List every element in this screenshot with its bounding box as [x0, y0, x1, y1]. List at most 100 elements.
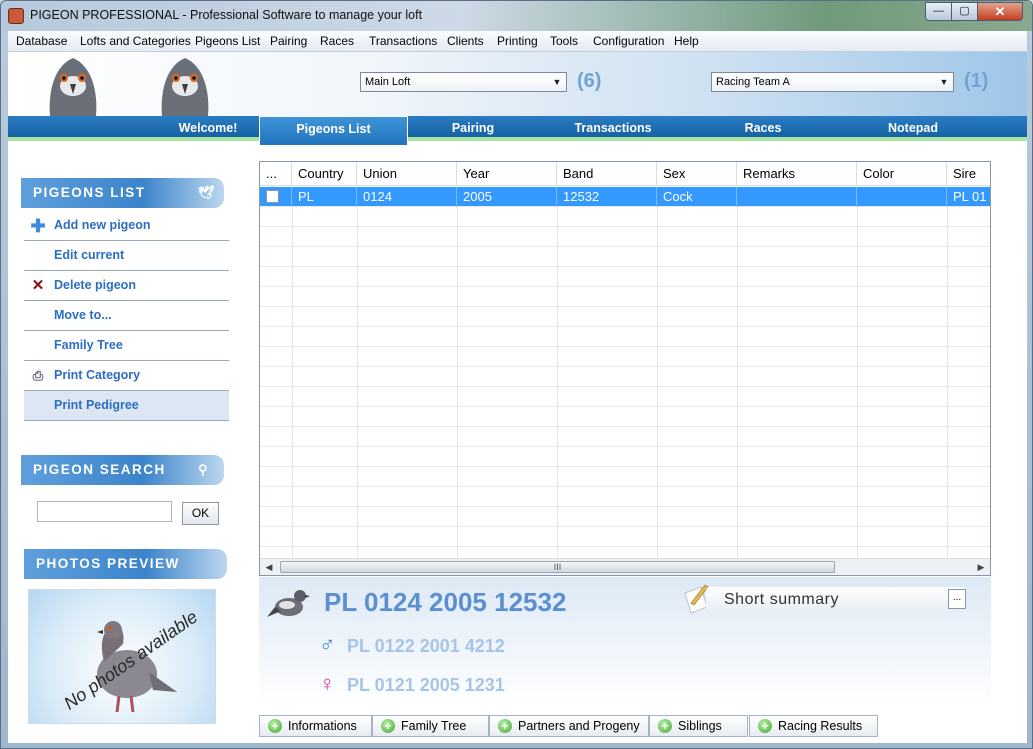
scroll-left-icon[interactable]: ◀: [262, 561, 276, 573]
delete-pigeon-label: Delete pigeon: [54, 278, 136, 292]
tab-partners-and-progeny[interactable]: + Partners and Progeny: [489, 715, 649, 737]
delete-pigeon-button[interactable]: ✕ Delete pigeon: [24, 271, 229, 301]
menu-bar: Database Lofts and Categories Pigeons Li…: [8, 31, 1027, 52]
tab-partners-and-progeny-label: Partners and Progeny: [518, 719, 640, 733]
print-category-label: Print Category: [54, 368, 141, 382]
main-nav: Welcome! Pigeons List Pairing Transactio…: [8, 116, 1027, 145]
team-select[interactable]: Racing Team A ▼: [711, 72, 954, 92]
minimize-button[interactable]: —: [925, 2, 952, 21]
male-icon: ♂: [319, 632, 336, 657]
short-summary-button[interactable]: ...: [948, 589, 966, 609]
menu-races[interactable]: Races: [320, 34, 354, 48]
photos-preview-panel-title: PHOTOS PREVIEW: [36, 556, 180, 571]
add-new-pigeon-button[interactable]: ✚ Add new pigeon: [24, 211, 229, 241]
sire-id-link[interactable]: PL 0122 2001 4212: [347, 636, 505, 657]
print-pedigree-button[interactable]: Print Pedigree: [24, 391, 229, 421]
pigeon-head-icon: [49, 58, 97, 116]
column-header-color[interactable]: Color: [857, 162, 947, 186]
printer-icon: ⎙: [32, 368, 44, 383]
menu-transactions[interactable]: Transactions: [369, 34, 437, 48]
dam-id-link[interactable]: PL 0121 2005 1231: [347, 675, 505, 696]
tab-pairing[interactable]: Pairing: [418, 116, 528, 141]
column-header-sex[interactable]: Sex: [657, 162, 737, 186]
cell-remarks: [737, 187, 857, 207]
menu-database[interactable]: Database: [16, 34, 67, 48]
team-select-value: Racing Team A: [716, 76, 790, 88]
pigeon-search-input[interactable]: [37, 501, 172, 522]
cell-color: [857, 187, 947, 207]
tab-notepad[interactable]: Notepad: [863, 116, 963, 141]
column-header-country[interactable]: Country: [292, 162, 357, 186]
plus-icon: ✚: [30, 216, 46, 236]
cell-sex: Cock: [657, 187, 737, 207]
maximize-button[interactable]: ▢: [951, 2, 978, 21]
plus-circle-icon: +: [381, 719, 395, 733]
cell-country: PL: [292, 187, 357, 207]
menu-lofts-and-categories[interactable]: Lofts and Categories: [80, 34, 191, 48]
menu-configuration[interactable]: Configuration: [593, 34, 664, 48]
menu-printing[interactable]: Printing: [497, 34, 538, 48]
menu-pairing[interactable]: Pairing: [270, 34, 307, 48]
menu-clients[interactable]: Clients: [447, 34, 484, 48]
plus-circle-icon: +: [498, 719, 512, 733]
cell-sire: PL 01: [953, 189, 987, 204]
plus-circle-icon: +: [268, 719, 282, 733]
column-header-remarks[interactable]: Remarks: [737, 162, 857, 186]
tab-family-tree-label: Family Tree: [401, 719, 467, 733]
print-category-button[interactable]: ⎙ Print Category: [24, 361, 229, 391]
header-band: Main Loft ▼ (6) Racing Team A ▼ (1): [8, 52, 1027, 116]
table-row[interactable]: PL 0124 2005 12532 Cock PL 01: [260, 187, 990, 207]
pigeon-icon: 🕊: [198, 185, 217, 200]
tab-racing-results[interactable]: + Racing Results: [749, 715, 878, 737]
tab-informations-label: Informations: [288, 719, 357, 733]
scrollbar-thumb[interactable]: III: [280, 561, 835, 573]
chevron-down-icon: ▼: [552, 77, 562, 87]
scroll-right-icon[interactable]: ▶: [974, 561, 988, 573]
tab-siblings[interactable]: + Siblings: [649, 715, 748, 737]
tab-transactions[interactable]: Transactions: [553, 116, 673, 141]
magnifier-icon: ⚲: [198, 462, 210, 477]
chevron-down-icon: ▼: [939, 77, 949, 87]
short-summary-label: Short summary: [724, 591, 839, 608]
loft-select-value: Main Loft: [365, 76, 411, 88]
tab-races[interactable]: Races: [713, 116, 813, 141]
column-header-band[interactable]: Band: [557, 162, 657, 186]
loft-select[interactable]: Main Loft ▼: [360, 72, 567, 92]
search-ok-button[interactable]: OK: [182, 502, 219, 525]
title-bar[interactable]: PIGEON PROFESSIONAL - Professional Softw…: [1, 1, 1032, 31]
menu-help[interactable]: Help: [674, 34, 699, 48]
tab-informations[interactable]: + Informations: [259, 715, 372, 737]
row-checkbox[interactable]: [266, 190, 279, 203]
pigeons-grid: ... Country Union Year Band Sex Remarks …: [259, 161, 991, 576]
cell-band: 12532: [557, 187, 657, 207]
edit-current-button[interactable]: Edit current: [24, 241, 229, 271]
close-button[interactable]: ✕: [977, 2, 1023, 21]
menu-pigeons-list[interactable]: Pigeons List: [195, 34, 260, 48]
delete-icon: ✕: [31, 277, 45, 294]
cell-union: 0124: [357, 187, 457, 207]
tab-racing-results-label: Racing Results: [778, 719, 863, 733]
column-header-sire[interactable]: Sire: [947, 162, 990, 186]
column-header-year[interactable]: Year: [457, 162, 557, 186]
horizontal-scrollbar[interactable]: ◀ III ▶: [260, 558, 990, 575]
row-select-cell: [260, 187, 292, 207]
tab-pigeons-list[interactable]: Pigeons List: [259, 116, 408, 145]
photos-preview-panel-header: PHOTOS PREVIEW: [24, 549, 227, 579]
column-header-union[interactable]: Union: [357, 162, 457, 186]
family-tree-button[interactable]: Family Tree: [24, 331, 229, 361]
column-header-select[interactable]: ...: [260, 162, 292, 186]
plus-circle-icon: +: [758, 719, 772, 733]
tab-family-tree[interactable]: + Family Tree: [372, 715, 489, 737]
add-new-pigeon-label: Add new pigeon: [54, 218, 151, 232]
photo-preview: No photos available: [28, 589, 216, 724]
pigeon-detail-panel: PL 0124 2005 12532 ♂ PL 0122 2001 4212 ♀…: [259, 577, 991, 705]
selected-pigeon-id: PL 0124 2005 12532: [324, 587, 567, 617]
edit-current-label: Edit current: [54, 248, 125, 262]
tab-welcome[interactable]: Welcome!: [158, 116, 258, 141]
menu-tools[interactable]: Tools: [550, 34, 578, 48]
window-title: PIGEON PROFESSIONAL - Professional Softw…: [30, 8, 423, 22]
tab-siblings-label: Siblings: [678, 719, 722, 733]
pigeon-head-icon: [161, 58, 209, 116]
grid-lines: [292, 207, 948, 559]
move-to-button[interactable]: Move to...: [24, 301, 229, 331]
